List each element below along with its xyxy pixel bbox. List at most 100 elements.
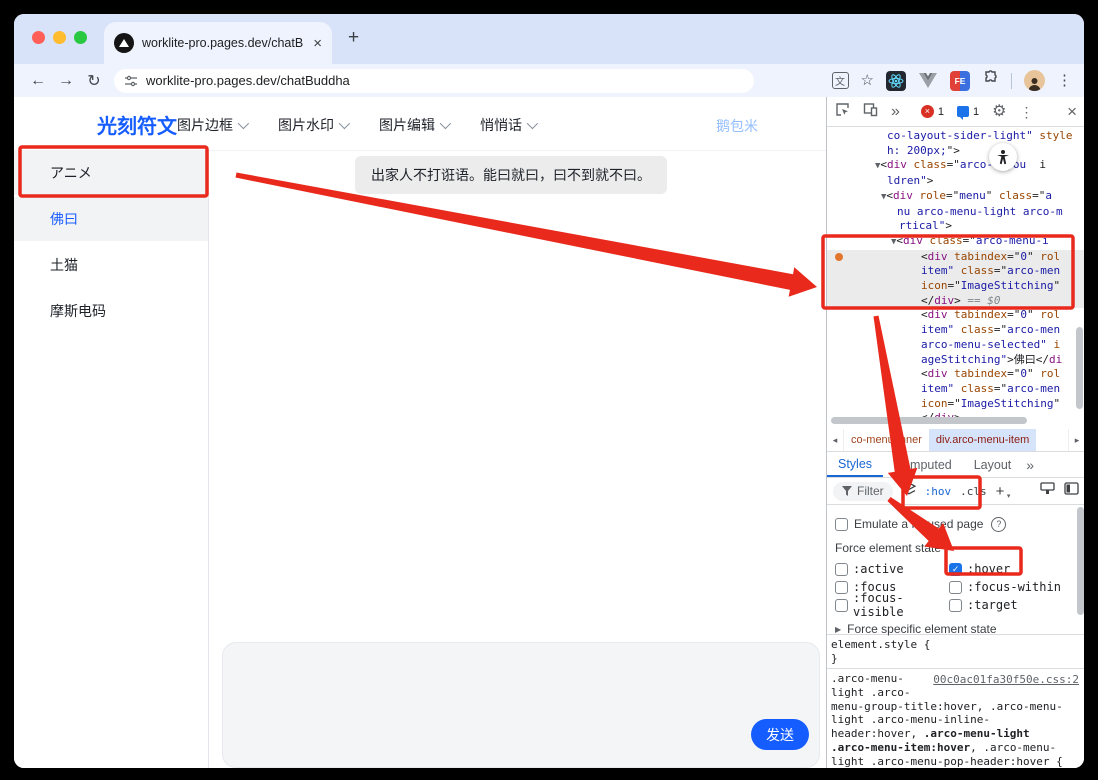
help-icon[interactable]: ? <box>991 516 1007 532</box>
styles-vertical-scrollbar[interactable] <box>1077 507 1084 615</box>
dom-tree-node[interactable]: ▼<div role="menu" class="a <box>827 189 1084 205</box>
maximize-window-button[interactable] <box>74 31 87 44</box>
nav-item-0[interactable]: 图片边框 <box>177 115 250 135</box>
dom-tree-node[interactable]: <div tabindex="0" rol <box>827 367 1084 382</box>
emulate-focused-page-checkbox[interactable] <box>835 517 848 531</box>
sidebar-item-0[interactable]: アニメ <box>14 151 208 195</box>
react-devtools-extension-icon[interactable] <box>886 70 906 91</box>
dom-tree-node[interactable]: ldren"> <box>827 174 1084 189</box>
dom-tree-node[interactable]: h: 200px;"> <box>827 144 1084 159</box>
tab-layout[interactable]: Layout <box>963 452 1023 477</box>
force-specific-element-state[interactable]: ▶ Force specific element state <box>835 622 1077 636</box>
minimize-window-button[interactable] <box>53 31 66 44</box>
checkbox-icon[interactable] <box>949 598 962 612</box>
screenshot-stage: worklite-pro.pages.dev/chatB × + ← → ↻ w… <box>0 0 1098 780</box>
state-checkbox-hover[interactable]: ✓:hover <box>949 562 1077 576</box>
dom-tree-node[interactable]: co-layout-sider-light" style <box>827 129 1084 144</box>
css-source-link[interactable]: 00c0ac01fa30f50e.css:2 <box>933 673 1079 687</box>
checkbox-icon[interactable] <box>835 580 848 594</box>
chat-input[interactable]: 发送 <box>222 642 820 768</box>
toggle-element-state-button[interactable]: :hov <box>925 485 952 498</box>
back-icon[interactable]: ← <box>24 72 52 90</box>
nav-item-3[interactable]: 悄悄话 <box>480 115 539 135</box>
dom-tree-node[interactable]: <div tabindex="0" rol <box>827 249 1084 265</box>
dom-tree-node[interactable]: rtical"> <box>827 219 1084 234</box>
devtools-close-icon[interactable]: × <box>1067 103 1077 120</box>
tabs-overflow-icon[interactable]: » <box>1022 452 1038 477</box>
breadcrumb-right-icon[interactable]: ▸ <box>1068 429 1084 451</box>
element-style-section[interactable]: element.style { } <box>827 635 1084 669</box>
tab-computed[interactable]: Computed <box>883 452 963 477</box>
devtools-panel: » × 1 1 ⚙ ⋮ × co-layout-sider-light" sty… <box>826 97 1084 768</box>
fe-helper-extension-icon[interactable]: FE <box>950 70 970 91</box>
translate-icon[interactable]: 文 <box>831 72 849 89</box>
checkbox-icon[interactable] <box>835 562 848 576</box>
dom-tree-node[interactable]: nu arco-menu-light arco-m <box>827 205 1084 220</box>
inspect-element-icon[interactable] <box>835 102 850 122</box>
device-toolbar-icon[interactable] <box>863 102 878 122</box>
checkbox-icon[interactable] <box>949 580 962 594</box>
tab-styles[interactable]: Styles <box>827 452 884 477</box>
element-classes-button[interactable]: .cls <box>960 485 987 498</box>
issues-badge[interactable]: 1 <box>957 106 979 120</box>
breadcrumb-item-selected[interactable]: div.arco-menu-item <box>928 429 1037 451</box>
nav-item-1[interactable]: 图片水印 <box>278 115 351 135</box>
forward-icon[interactable]: → <box>52 72 80 90</box>
dom-node-marker-dot <box>835 252 843 261</box>
sidebar-item-2[interactable]: 土猫 <box>14 243 208 287</box>
send-button[interactable]: 发送 <box>751 719 809 750</box>
state-checkbox-target[interactable]: :target <box>949 598 1077 612</box>
state-checkbox-active[interactable]: :active <box>835 562 949 576</box>
dom-tree-node[interactable]: icon="ImageStitching" <box>827 397 1084 412</box>
rendering-emulations-icon[interactable] <box>1040 482 1055 500</box>
tab-close-icon[interactable]: × <box>313 36 322 51</box>
dom-tree-node[interactable]: arco-menu-selected" i <box>827 338 1084 353</box>
dom-tree-node[interactable]: item" class="arco-men <box>827 323 1084 338</box>
browser-tab[interactable]: worklite-pro.pages.dev/chatB × <box>104 22 332 64</box>
site-logo[interactable]: 光刻符文 <box>97 110 177 139</box>
elements-vertical-scrollbar[interactable] <box>1076 327 1083 409</box>
new-style-rule-button[interactable]: + ▾ <box>996 483 1011 500</box>
state-checkbox-focus-visible[interactable]: :focus-visible <box>835 591 949 619</box>
nav-item-2[interactable]: 图片编辑 <box>379 115 452 135</box>
bookmark-star-icon[interactable]: ☆ <box>861 73 874 88</box>
checkbox-icon[interactable] <box>835 598 848 612</box>
panel-overflow-icon[interactable]: » <box>891 103 900 120</box>
devtools-menu-icon[interactable]: ⋮ <box>1020 105 1034 119</box>
extensions-puzzle-icon[interactable] <box>982 69 999 92</box>
checkbox-checked-icon[interactable]: ✓ <box>949 562 962 576</box>
close-window-button[interactable] <box>32 31 45 44</box>
toggle-sidebar-panel-icon[interactable] <box>1064 482 1079 500</box>
url-text[interactable]: worklite-pro.pages.dev/chatBuddha <box>146 73 350 88</box>
error-badge[interactable]: × 1 <box>920 105 944 118</box>
dom-tree-node[interactable]: icon="ImageStitching" <box>827 279 1084 294</box>
sidebar-item-1[interactable]: 佛曰 <box>14 197 208 241</box>
new-tab-button[interactable]: + <box>348 27 359 49</box>
elements-breadcrumb: ◂ co-menu-inner div.arco-menu-item ▸ <box>827 429 1084 452</box>
username-label[interactable]: 鹅包米 <box>716 116 758 136</box>
css-selector-line: .arco-menu-item:hover, .arco-menu- <box>831 740 1057 754</box>
devtools-settings-gear-icon[interactable]: ⚙ <box>992 103 1006 120</box>
sidebar-item-3[interactable]: 摩斯电码 <box>14 289 208 333</box>
dom-tree-node[interactable]: item" class="arco-men <box>827 382 1084 397</box>
url-bar[interactable]: worklite-pro.pages.dev/chatBuddha <box>114 68 754 93</box>
dom-tree-node[interactable]: item" class="arco-men <box>827 264 1084 280</box>
breadcrumb-left-icon[interactable]: ◂ <box>827 429 844 451</box>
tune-icon[interactable] <box>124 74 138 88</box>
dom-tree-node[interactable]: ageStitching">佛曰</di <box>827 353 1084 368</box>
dom-tree-node[interactable]: ▼<div class="arco-layou i <box>827 158 1084 174</box>
breadcrumb-item[interactable]: co-menu-inner <box>844 434 929 446</box>
profile-avatar[interactable] <box>1024 70 1045 91</box>
elements-horizontal-scrollbar[interactable] <box>831 417 1027 424</box>
dom-tree-node[interactable]: </div> == $0 <box>827 293 1084 309</box>
accessibility-person-icon[interactable] <box>989 143 1017 171</box>
element-states-layers-icon[interactable] <box>901 481 917 501</box>
dom-tree-node[interactable]: ▼<div class="arco-menu-i <box>827 234 1084 250</box>
styles-filter-input[interactable]: Filter <box>833 481 893 501</box>
state-checkbox-focus-within[interactable]: :focus-within <box>949 580 1077 594</box>
dom-tree-node[interactable]: <div tabindex="0" rol <box>827 308 1084 323</box>
reload-icon[interactable]: ↻ <box>80 71 108 91</box>
browser-menu-icon[interactable]: ⋮ <box>1057 73 1072 88</box>
vue-devtools-extension-icon[interactable] <box>918 71 938 91</box>
tab-strip: worklite-pro.pages.dev/chatB × + <box>14 14 1084 64</box>
